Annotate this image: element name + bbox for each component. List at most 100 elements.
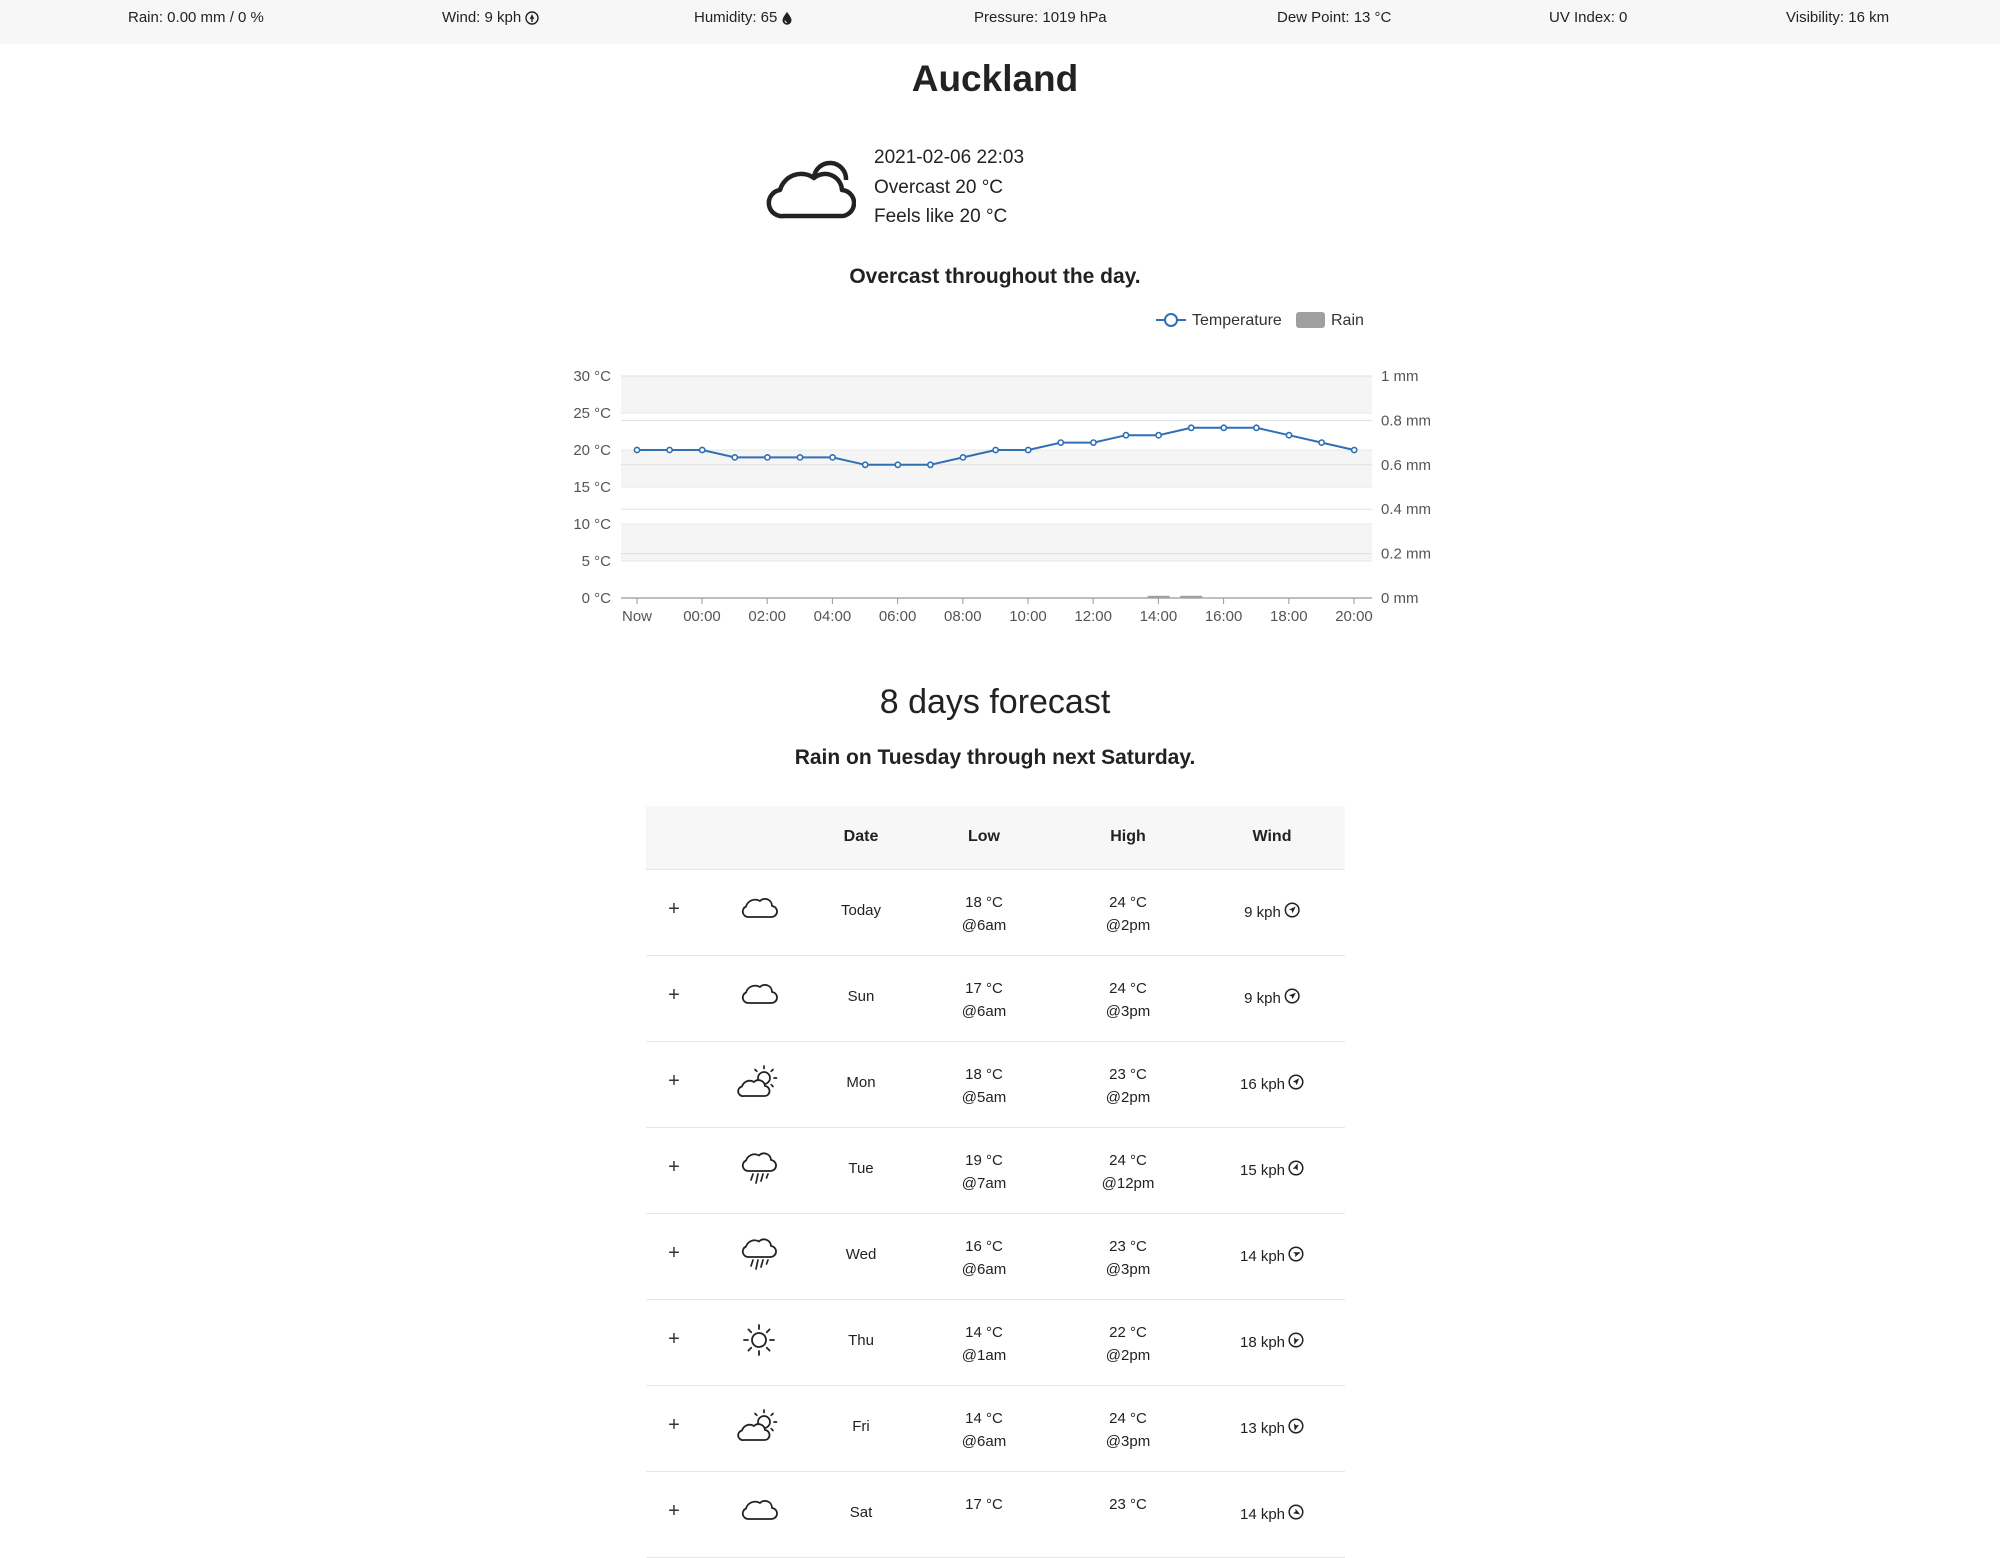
y-right-tick-label: 0 mm [1381, 590, 1419, 607]
forecast-low: 16 °C @6am [962, 1235, 1006, 1281]
high-time: @2pm [1105, 917, 1151, 934]
temperature-point [1122, 431, 1130, 439]
wind-direction-icon [1288, 1246, 1304, 1266]
header-high: High [1110, 828, 1146, 845]
forecast-row[interactable]: + Sat 17 °C 23 °C 14 kph [646, 1472, 1345, 1558]
wind-direction-icon [1288, 1160, 1304, 1180]
forecast-low: 17 °C [965, 1493, 1003, 1516]
forecast-table-header: Date Low High Wind [646, 806, 1345, 870]
forecast-title: 8 days forecast [879, 683, 1111, 721]
low-temp: 17 °C [965, 980, 1003, 997]
high-time: @2pm [1105, 1089, 1151, 1106]
x-tick-label: 06:00 [879, 608, 917, 625]
high-temp: 24 °C [1109, 980, 1147, 997]
x-tick-label: 10:00 [1009, 608, 1047, 625]
x-tick-label: 16:00 [1205, 608, 1243, 625]
low-time: @5am [961, 1089, 1007, 1106]
forecast-day: Mon [846, 1074, 876, 1091]
forecast-low: 18 °C @5am [962, 1063, 1006, 1109]
forecast-row[interactable]: + Today 18 °C @6am 24 °C @2pm 9 kph [646, 870, 1345, 956]
chart-band [621, 524, 1372, 561]
wind-direction-icon [1284, 988, 1300, 1008]
x-tick-label: 08:00 [944, 608, 982, 625]
rain-icon [739, 1236, 779, 1279]
forecast-low: 14 °C @1am [962, 1321, 1006, 1367]
wind-speed: 13 kph [1239, 1419, 1286, 1437]
forecast-wind: 14 kph [1240, 1246, 1304, 1266]
high-temp: 23 °C [1109, 1066, 1147, 1083]
low-temp: 14 °C [965, 1324, 1003, 1341]
low-time: @7am [961, 1175, 1007, 1192]
header-date: Date [843, 828, 879, 845]
temperature-point [829, 453, 836, 461]
expand-row-button[interactable]: + [665, 899, 683, 919]
x-tick-label: 18:00 [1270, 608, 1308, 625]
temperature-point [666, 446, 673, 454]
forecast-high: 22 °C @2pm [1106, 1321, 1150, 1367]
forecast-high: 24 °C @3pm [1106, 977, 1150, 1023]
rain-bar [1147, 595, 1170, 598]
legend-rain-swatch [1296, 312, 1325, 328]
forecast-high: 24 °C @12pm [1102, 1149, 1155, 1195]
forecast-row[interactable]: + Mon 18 °C @5am 23 °C @2pm 16 kph [646, 1042, 1345, 1128]
high-time: @3pm [1105, 1433, 1151, 1450]
legend-temperature-label: Temperature [1192, 312, 1282, 329]
expand-row-button[interactable]: + [665, 1415, 683, 1435]
forecast-low: 18 °C @6am [962, 891, 1006, 937]
high-time: @3pm [1105, 1261, 1151, 1278]
forecast-day: Fri [852, 1418, 870, 1435]
expand-row-button[interactable]: + [665, 1157, 683, 1177]
forecast-row[interactable]: + Wed 16 °C @6am 23 °C @3pm 14 kph [646, 1214, 1345, 1300]
x-tick-label: 12:00 [1074, 608, 1112, 625]
x-tick-label: 02:00 [748, 608, 786, 625]
high-temp: 23 °C [1109, 1238, 1147, 1255]
wind-direction-icon [1288, 1332, 1304, 1352]
expand-row-button[interactable]: + [665, 1329, 683, 1349]
temperature-point [927, 461, 934, 469]
forecast-wind: 14 kph [1240, 1504, 1304, 1524]
partly-cloudy-icon [737, 1408, 781, 1449]
forecast-low: 17 °C @6am [962, 977, 1006, 1023]
wind-speed: 15 kph [1239, 1161, 1286, 1179]
temperature-point [861, 461, 869, 469]
x-tick-label: 20:00 [1335, 608, 1373, 625]
high-temp: 22 °C [1109, 1324, 1147, 1341]
expand-row-button[interactable]: + [665, 1243, 683, 1263]
temperature-point [1318, 439, 1325, 446]
forecast-row[interactable]: + Sun 17 °C @6am 24 °C @3pm 9 kph [646, 956, 1345, 1042]
header-wind: Wind [1252, 828, 1292, 845]
forecast-high: 23 °C @3pm [1106, 1235, 1150, 1281]
forecast-day: Wed [845, 1246, 877, 1263]
forecast-row[interactable]: + Fri 14 °C @6am 24 °C @3pm 13 kph [646, 1386, 1345, 1472]
wind-speed: 14 kph [1239, 1247, 1286, 1265]
wind-direction-icon [1288, 1074, 1304, 1094]
y-left-tick-label: 15 °C [573, 479, 611, 496]
y-right-tick-label: 1 mm [1381, 368, 1419, 385]
forecast-row[interactable]: + Thu 14 °C @1am 22 °C @2pm 18 kph [646, 1300, 1345, 1386]
cloud-icon [739, 978, 779, 1013]
low-time: @1am [961, 1347, 1007, 1364]
expand-row-button[interactable]: + [665, 1501, 683, 1521]
high-temp: 24 °C [1109, 1152, 1147, 1169]
forecast-row[interactable]: + Tue 19 °C @7am 24 °C @12pm 15 kph [646, 1128, 1345, 1214]
forecast-day: Today [840, 902, 882, 919]
temperature-point [1057, 439, 1065, 446]
expand-row-button[interactable]: + [665, 985, 683, 1005]
cloud-icon [739, 1494, 779, 1529]
forecast-wind: 9 kph [1244, 988, 1300, 1008]
expand-row-button[interactable]: + [665, 1071, 683, 1091]
legend-temperature-marker [1164, 313, 1178, 327]
temperature-point [1024, 446, 1032, 454]
low-temp: 19 °C [965, 1152, 1003, 1169]
temperature-point [796, 453, 804, 461]
y-right-tick-label: 0.8 mm [1381, 412, 1431, 429]
forecast-high: 24 °C @3pm [1106, 1407, 1150, 1453]
wind-direction-icon [1288, 1418, 1304, 1438]
rain-bar [1180, 595, 1203, 598]
y-left-tick-label: 0 °C [582, 590, 612, 607]
temperature-point [1350, 446, 1358, 454]
low-time: @6am [961, 1003, 1007, 1020]
x-tick-label: 00:00 [683, 608, 721, 625]
low-temp: 16 °C [965, 1238, 1003, 1255]
x-tick-label: 14:00 [1140, 608, 1178, 625]
